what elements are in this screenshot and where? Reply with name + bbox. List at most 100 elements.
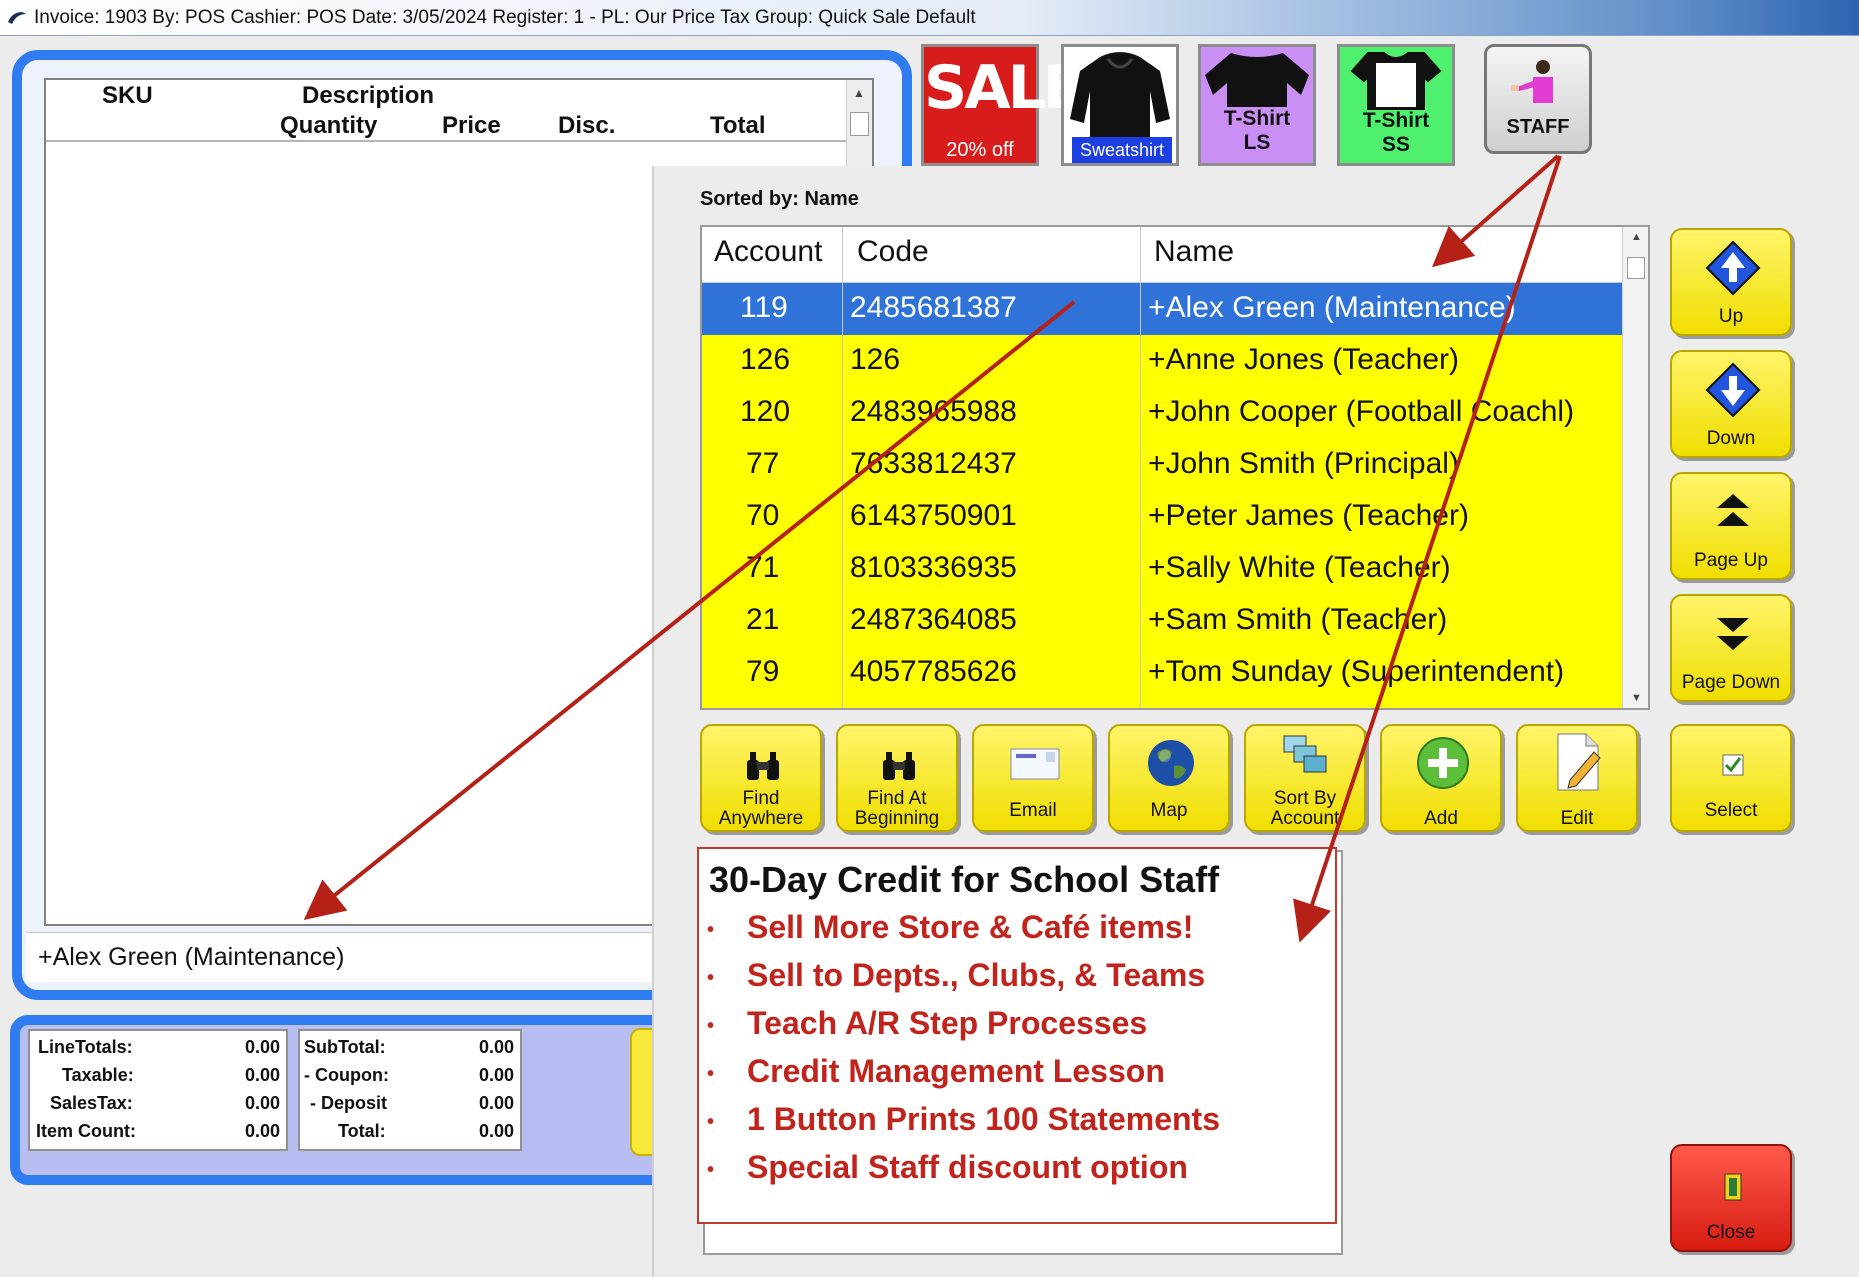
staff-row[interactable]: 119 2485681387 +Alex Green (Maintenance) — [702, 283, 1622, 335]
sort-cards-icon — [1283, 735, 1327, 773]
edit-label: Edit — [1560, 808, 1594, 829]
promo-bullet-text: 1 Button Prints 100 Statements — [747, 1101, 1220, 1137]
total-value: 0.00 — [478, 1121, 514, 1141]
select-label: Select — [1704, 800, 1758, 821]
tshirt-ss-line1: T-Shirt — [1362, 109, 1430, 132]
promo-bullet: • Special Staff discount option — [707, 1149, 1188, 1185]
promo-bullet-text: Special Staff discount option — [747, 1149, 1188, 1185]
up-button[interactable]: Up — [1670, 228, 1792, 336]
row-name: +John Cooper (Football Coachl) — [1148, 395, 1575, 428]
scroll-up-icon[interactable]: ▲ — [853, 86, 865, 100]
app-icon — [8, 12, 26, 24]
customer-name: +Alex Green (Maintenance) — [38, 943, 345, 971]
taxable-value: 0.00 — [244, 1065, 280, 1085]
row-code: 6143750901 — [850, 499, 1017, 532]
row-code: 126 — [850, 343, 901, 376]
tshirt-ss-button[interactable]: T-Shirt SS — [1337, 44, 1455, 166]
col-quantity: Quantity — [280, 112, 378, 139]
col-code[interactable]: Code — [857, 235, 929, 269]
col-disc: Disc. — [558, 112, 616, 139]
row-account: 70 — [746, 499, 780, 532]
row-code: 2483965988 — [850, 395, 1017, 428]
promo-bullet: • Teach A/R Step Processes — [707, 1005, 1148, 1041]
down-label: Down — [1706, 428, 1756, 449]
staff-list-scrollbar[interactable]: ▲ ▼ — [1622, 227, 1648, 708]
select-button[interactable]: Select — [1670, 724, 1792, 832]
page-up-button[interactable]: Page Up — [1670, 472, 1792, 580]
totals-right-box: SubTotal: 0.00 - Coupon: 0.00 - Deposit 0.0… — [298, 1029, 522, 1151]
page-down-button[interactable]: Page Down — [1670, 594, 1792, 702]
row-account: 119 — [740, 291, 788, 324]
tshirt-ls-button[interactable]: T-Shirt LS — [1198, 44, 1316, 166]
promo-callout: 30-Day Credit for School Staff • Sell Mor… — [697, 847, 1337, 1224]
long-sleeve-shirt-icon — [1205, 53, 1309, 107]
up-label: Up — [1718, 306, 1744, 327]
sales-tax-value: 0.00 — [244, 1093, 280, 1113]
staff-button[interactable]: STAFF — [1484, 44, 1592, 154]
sale-label: SALE — [924, 53, 1084, 123]
column-divider — [842, 227, 843, 708]
window-title: Invoice: 1903 By: POS Cashier: POS Date:… — [34, 7, 976, 28]
sorted-by-label: Sorted by: Name — [700, 188, 859, 210]
add-label: Add — [1424, 808, 1458, 829]
find-at-beginning-line2: Beginning — [854, 808, 940, 829]
coupon-label: - Coupon: — [304, 1065, 389, 1085]
sweatshirt-button[interactable]: Sweatshirt — [1061, 44, 1179, 166]
staff-row[interactable]: 126 126 +Anne Jones (Teacher) — [702, 335, 1622, 387]
row-code: 2487364085 — [850, 603, 1017, 636]
row-account: 126 — [740, 343, 791, 376]
find-anywhere-button[interactable]: Find Anywhere — [700, 724, 822, 832]
promo-bullet-text: Teach A/R Step Processes — [747, 1005, 1148, 1041]
row-name: +Alex Green (Maintenance) — [1148, 291, 1516, 324]
sort-by-account-button[interactable]: Sort By Account — [1244, 724, 1366, 832]
sweatshirt-label: Sweatshirt — [1072, 137, 1172, 163]
page-up-icon — [1717, 494, 1749, 526]
binoculars-icon — [883, 752, 915, 780]
down-button[interactable]: Down — [1670, 350, 1792, 458]
scroll-down-icon[interactable]: ▼ — [1631, 692, 1642, 704]
sort-by-account-line1: Sort By — [1273, 788, 1337, 809]
taxable-label: Taxable: — [62, 1065, 134, 1085]
sale-discount-label: 20% off — [946, 139, 1014, 161]
close-label: Close — [1706, 1222, 1756, 1243]
staff-list-grid[interactable]: Account Code Name 119 2485681387 +Alex G… — [700, 225, 1650, 710]
close-button[interactable]: Close — [1670, 1144, 1792, 1252]
promo-bullet-text: Sell to Depts., Clubs, & Teams — [747, 957, 1206, 993]
col-name[interactable]: Name — [1154, 235, 1234, 269]
scroll-thumb[interactable] — [1627, 257, 1645, 279]
row-account: 120 — [740, 395, 791, 428]
map-label: Map — [1150, 800, 1188, 821]
staff-row[interactable]: 120 2483965988 +John Cooper (Football Co… — [702, 387, 1622, 439]
scroll-up-icon[interactable]: ▲ — [1631, 231, 1642, 243]
deposit-label: - Deposit — [310, 1093, 388, 1113]
page-down-icon — [1717, 618, 1749, 650]
sweatshirt-icon — [1070, 52, 1170, 137]
staff-row[interactable]: 79 4057785626 +Tom Sunday (Superintenden… — [702, 647, 1622, 708]
short-sleeve-shirt-icon — [1350, 52, 1442, 110]
promo-title: 30-Day Credit for School Staff — [709, 859, 1220, 900]
add-button[interactable]: Add — [1380, 724, 1502, 832]
binoculars-icon — [747, 752, 779, 780]
total-label: Total: — [338, 1121, 386, 1141]
promo-bullet: • Sell More Store & Café items! — [707, 909, 1194, 945]
page-down-label: Page Down — [1681, 672, 1781, 693]
tshirt-ls-line1: T-Shirt — [1223, 107, 1291, 130]
email-button[interactable]: Email — [972, 724, 1094, 832]
row-name: +Sam Smith (Teacher) — [1148, 603, 1448, 636]
edit-document-icon — [1557, 733, 1601, 791]
title-bar: Invoice: 1903 By: POS Cashier: POS Date:… — [0, 0, 1859, 36]
sale-button[interactable]: SALE 20% off — [921, 44, 1084, 166]
arrow-up-icon — [1705, 240, 1761, 296]
col-price: Price — [442, 112, 501, 139]
staff-row[interactable]: 71 8103336935 +Sally White (Teacher) — [702, 543, 1622, 595]
scroll-thumb[interactable] — [850, 112, 869, 136]
row-account: 21 — [746, 603, 780, 636]
page-up-label: Page Up — [1694, 550, 1768, 571]
edit-button[interactable]: Edit — [1516, 724, 1638, 832]
staff-row[interactable]: 21 2487364085 +Sam Smith (Teacher) — [702, 595, 1622, 647]
col-account[interactable]: Account — [714, 235, 822, 269]
find-at-beginning-button[interactable]: Find At Beginning — [836, 724, 958, 832]
staff-row[interactable]: 70 6143750901 +Peter James (Teacher) — [702, 491, 1622, 543]
staff-row[interactable]: 77 7633812437 +John Smith (Principal) — [702, 439, 1622, 491]
map-button[interactable]: Map — [1108, 724, 1230, 832]
